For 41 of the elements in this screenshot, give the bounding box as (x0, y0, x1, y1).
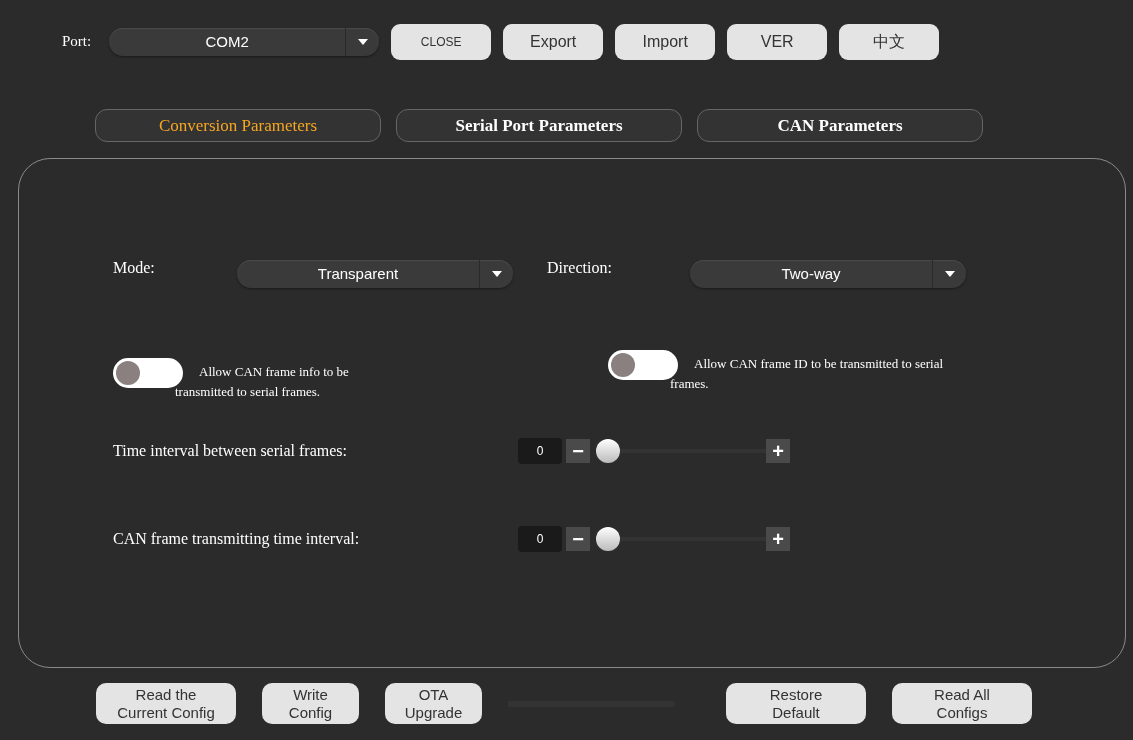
caret-icon (357, 39, 368, 45)
action-button[interactable]: Write Config (262, 683, 359, 724)
field-label: Mode: (113, 258, 156, 278)
slider-label: CAN frame transmitting time interval: (113, 529, 361, 550)
toggle-switch[interactable] (608, 350, 678, 380)
toolbar-button[interactable]: CLOSE (391, 24, 492, 60)
tab[interactable]: CAN Parameters (697, 109, 983, 142)
dropdown[interactable]: COM2 (109, 28, 380, 56)
caret-icon (944, 271, 955, 277)
language-button[interactable]: 中文 (839, 24, 940, 60)
plus-button[interactable]: + (766, 439, 790, 463)
slider[interactable] (596, 439, 766, 463)
slider-label: Time interval between serial frames: (113, 441, 348, 461)
dropdown-value: Two-way (780, 263, 842, 284)
action-button[interactable]: OTA Upgrade (385, 683, 482, 724)
toolbar-button[interactable]: Import (615, 24, 716, 60)
minus-button[interactable]: − (566, 439, 590, 463)
action-button[interactable]: Read All Configs (892, 683, 1032, 724)
dropdown[interactable]: Transparent (237, 260, 513, 288)
toggle-label: Allow CAN frame info to be transmitted to serial frames. (175, 363, 350, 401)
dropdown[interactable]: Two-way (690, 260, 966, 288)
tab[interactable]: Serial Port Parameters (396, 109, 682, 142)
caret-icon (491, 271, 502, 277)
dropdown-value: COM2 (204, 31, 250, 52)
value-field[interactable]: 0 (518, 526, 562, 552)
port-label: Port: (62, 32, 92, 51)
toggle-switch[interactable] (113, 358, 183, 388)
slider[interactable] (596, 527, 766, 551)
dropdown-value: Transparent (316, 263, 400, 284)
field-label: Direction: (547, 258, 613, 278)
tab[interactable]: Conversion Parameters (95, 109, 381, 142)
slider-thumb[interactable] (596, 439, 620, 463)
slider-thumb[interactable] (596, 527, 620, 551)
plus-button[interactable]: + (766, 527, 790, 551)
toggle-label: Allow CAN frame ID to be transmitted to serial frames. (670, 355, 945, 393)
minus-button[interactable]: − (566, 527, 590, 551)
action-button[interactable]: Read the Current Config (96, 683, 236, 724)
toolbar-button[interactable]: Export (503, 24, 604, 60)
toolbar-button[interactable]: VER (727, 24, 828, 60)
action-button[interactable]: Restore Default (726, 683, 866, 724)
value-field[interactable]: 0 (518, 438, 562, 464)
